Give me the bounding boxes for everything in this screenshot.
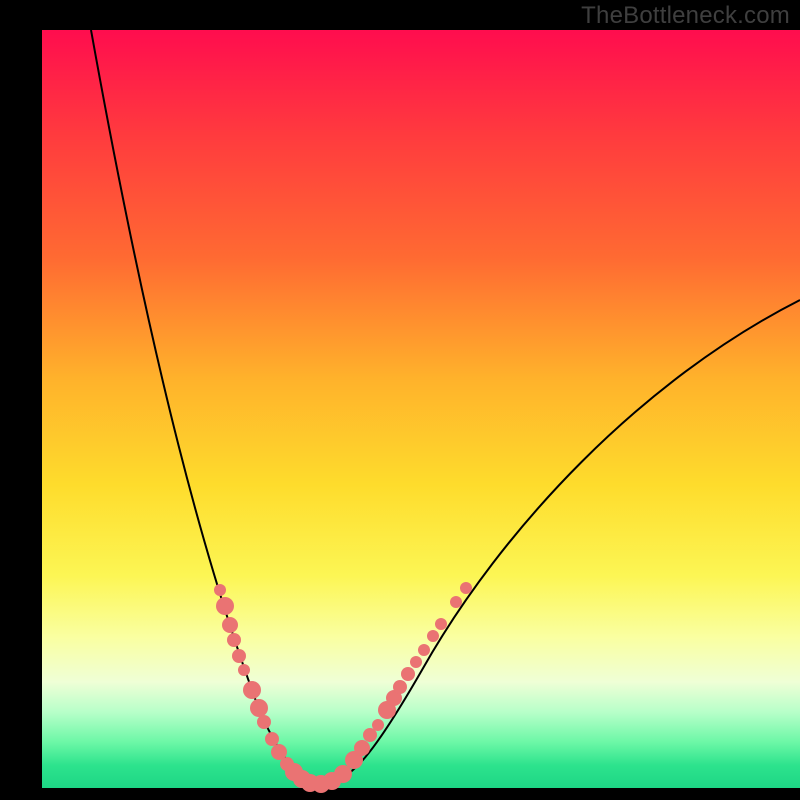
curve-marker	[393, 680, 407, 694]
plot-area	[42, 30, 800, 788]
curve-marker	[410, 656, 422, 668]
curve-marker	[222, 617, 238, 633]
curve-marker	[401, 667, 415, 681]
curve-marker	[214, 584, 226, 596]
curve-marker	[418, 644, 430, 656]
curve-marker	[354, 740, 370, 756]
curve-marker	[257, 715, 271, 729]
curve-marker	[427, 630, 439, 642]
curve-marker	[243, 681, 261, 699]
curve-marker	[216, 597, 234, 615]
curve-layer	[42, 30, 800, 788]
curve-marker	[232, 649, 246, 663]
curve-marker	[450, 596, 462, 608]
chart-container: TheBottleneck.com	[0, 0, 800, 800]
bottleneck-curve	[91, 30, 800, 783]
watermark-text: TheBottleneck.com	[581, 2, 790, 30]
curve-marker	[238, 664, 250, 676]
curve-marker	[372, 719, 384, 731]
curve-marker	[227, 633, 241, 647]
curve-marker	[460, 582, 472, 594]
curve-marker	[435, 618, 447, 630]
